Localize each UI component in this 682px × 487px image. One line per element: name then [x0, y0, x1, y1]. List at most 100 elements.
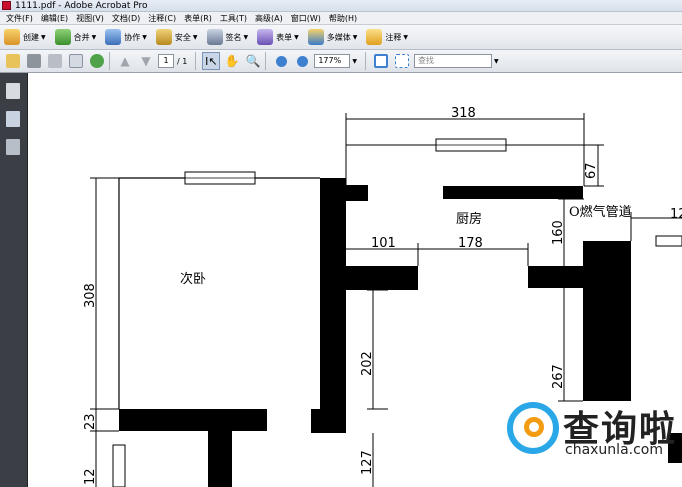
hand-tool-button[interactable]: ✋ — [223, 52, 241, 70]
cursor-icon: I↖ — [205, 54, 218, 68]
hand-icon: ✋ — [224, 54, 240, 68]
chevron-down-icon: ▼ — [192, 33, 198, 41]
envelope-icon — [69, 54, 83, 68]
printer-icon — [27, 54, 41, 68]
page-number-input[interactable]: 1 — [158, 54, 174, 68]
minus-circle-icon — [275, 55, 287, 67]
multimedia-button[interactable]: 多媒体 ▼ — [307, 27, 358, 47]
chevron-down-icon: ▼ — [41, 33, 46, 41]
combine-button[interactable]: 合并 ▼ — [54, 27, 97, 47]
share-button[interactable] — [88, 52, 106, 70]
multimedia-icon — [307, 29, 324, 45]
pen-icon — [206, 29, 223, 45]
save-button[interactable] — [46, 52, 64, 70]
navigation-panel — [0, 73, 28, 487]
menu-file[interactable]: 文件(F) — [2, 13, 37, 24]
chevron-down-icon: ▼ — [243, 33, 249, 41]
secure-label: 安全 — [174, 32, 191, 42]
task-toolbar: 创建 ▼ 合并 ▼ 协作 ▼ 安全 ▼ 签名 ▼ 表单 ▼ 多媒体 ▼ 注释 ▼ — [0, 25, 682, 50]
menu-help[interactable]: 帮助(H) — [325, 13, 361, 24]
forms-button[interactable]: 表单 ▼ — [257, 27, 299, 47]
globe-icon — [90, 54, 104, 68]
multimedia-label: 多媒体 — [326, 32, 351, 42]
toolbar-divider — [109, 52, 110, 70]
plus-circle-icon — [296, 55, 308, 67]
toolbar-divider — [265, 52, 267, 70]
chevron-down-icon: ▼ — [352, 33, 358, 41]
comment-label: 注释 — [385, 32, 402, 42]
dim-12-bottom: 12 — [83, 468, 98, 485]
toolbar-divider — [195, 52, 197, 70]
dim-178: 178 — [458, 236, 483, 251]
expand-icon — [394, 54, 409, 68]
print-button[interactable] — [25, 52, 43, 70]
dim-12-right: 12 — [670, 207, 682, 222]
chaxunla-logo-icon — [507, 402, 559, 454]
folder-icon — [6, 54, 20, 68]
bookmarks-icon[interactable] — [6, 111, 20, 127]
secure-button[interactable]: 安全 ▼ — [155, 27, 198, 47]
find-input[interactable]: 查找 — [413, 54, 492, 68]
zoom-in-button[interactable] — [293, 52, 311, 70]
dim-67: 67 — [584, 162, 599, 179]
fit-page-button[interactable] — [372, 52, 390, 70]
collaborate-button[interactable]: 协作 ▼ — [105, 27, 147, 47]
select-tool-button[interactable]: I↖ — [202, 52, 221, 70]
fullscreen-button[interactable] — [393, 52, 411, 70]
menu-comments[interactable]: 注释(C) — [144, 13, 180, 24]
comment-icon — [366, 29, 383, 45]
collaborate-label: 协作 — [124, 32, 141, 42]
page-total: / 1 — [177, 56, 188, 66]
zoom-out-button[interactable] — [272, 52, 290, 70]
window-title: 1111.pdf - Adobe Acrobat Pro — [15, 0, 148, 11]
room-label-bedroom: 次卧 — [180, 271, 206, 287]
navigation-toolbar: ▲ ▼ 1 / 1 I↖ ✋ 🔍 177% ▼ 查找 ▼ — [0, 50, 682, 73]
menu-forms[interactable]: 表单(R) — [180, 13, 216, 24]
title-bar: 1111.pdf - Adobe Acrobat Pro — [0, 0, 682, 12]
room-label-kitchen: 厨房 — [456, 211, 482, 227]
menu-advanced[interactable]: 高级(A) — [251, 13, 287, 24]
chevron-down-icon[interactable]: ▼ — [494, 58, 499, 65]
dim-318-top: 318 — [451, 106, 476, 121]
email-button[interactable] — [67, 52, 85, 70]
comment-button[interactable]: 注释 ▼ — [366, 27, 408, 47]
menu-view[interactable]: 视图(V) — [72, 13, 108, 24]
forms-label: 表单 — [276, 32, 293, 42]
toolbar-divider — [364, 52, 366, 70]
lock-icon — [155, 29, 172, 45]
dim-23: 23 — [83, 413, 98, 430]
magnifier-icon: 🔍 — [245, 54, 261, 68]
dim-308: 308 — [83, 283, 98, 308]
pages-icon[interactable] — [6, 83, 20, 99]
open-button[interactable] — [4, 52, 22, 70]
create-button[interactable]: 创建 ▼ — [4, 27, 46, 47]
collaborate-icon — [105, 29, 122, 45]
prev-page-button[interactable]: ▲ — [116, 52, 134, 70]
sign-label: 签名 — [225, 32, 242, 42]
combine-label: 合并 — [73, 32, 90, 42]
menu-document[interactable]: 文档(D) — [108, 13, 144, 24]
dim-160: 160 — [551, 220, 566, 245]
chevron-down-icon: ▼ — [142, 33, 147, 41]
menu-tools[interactable]: 工具(T) — [216, 13, 251, 24]
zoom-level-input[interactable]: 177% — [314, 54, 351, 68]
watermark-en: chaxunla.com — [565, 442, 663, 458]
dim-267: 267 — [551, 364, 566, 389]
dim-127: 127 — [360, 450, 375, 475]
combine-icon — [54, 29, 71, 45]
menu-bar: 文件(F) 编辑(E) 视图(V) 文档(D) 注释(C) 表单(R) 工具(T… — [0, 12, 682, 25]
menu-edit[interactable]: 编辑(E) — [37, 13, 72, 24]
acrobat-icon — [2, 1, 11, 10]
dim-202: 202 — [360, 351, 375, 376]
chevron-down-icon: ▼ — [403, 33, 408, 41]
create-icon — [4, 29, 20, 45]
menu-window[interactable]: 窗口(W) — [287, 13, 325, 24]
next-page-button[interactable]: ▼ — [137, 52, 155, 70]
chevron-down-icon: ▼ — [91, 33, 97, 41]
chevron-down-icon[interactable]: ▼ — [352, 58, 357, 65]
zoom-tool-button[interactable]: 🔍 — [244, 52, 262, 70]
sign-button[interactable]: 签名 ▼ — [206, 27, 249, 47]
watermark-logo: 查询啦 chaxunla.com — [505, 398, 675, 468]
signatures-icon[interactable] — [6, 139, 20, 155]
disk-icon — [48, 54, 62, 68]
